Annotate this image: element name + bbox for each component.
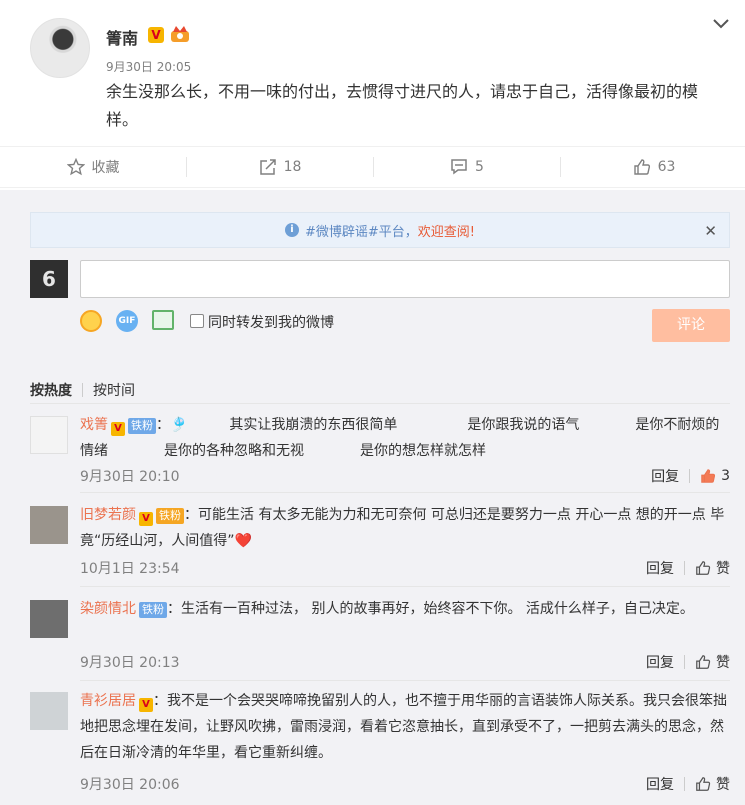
share-icon xyxy=(259,159,276,175)
post-time[interactable]: 9月30日 20:05 xyxy=(106,58,191,75)
comment-like-label[interactable]: 赞 xyxy=(716,652,730,672)
verified-badge-icon: V xyxy=(139,698,153,712)
like-count: 63 xyxy=(657,159,676,175)
reply-button[interactable]: 回复 xyxy=(651,466,679,486)
verified-badge-icon: V xyxy=(139,512,153,526)
comment-item: 戏箐 V 铁粉 ：🎐 其实让我崩溃的东西很简单 是你跟我说的语气 是你不耐烦的情绪 是… xyxy=(30,412,730,493)
comment-like-label[interactable]: 赞 xyxy=(716,558,730,578)
my-avatar: 6 xyxy=(30,260,68,298)
commenter-avatar[interactable] xyxy=(30,692,68,730)
reply-button[interactable]: 回复 xyxy=(646,652,674,672)
comment-count: 5 xyxy=(475,159,484,175)
comment-text: 青衫居居 V ：我不是一个会哭哭啼啼挽留别人的人，也不擅于用华丽的言语装饰人际关系。… xyxy=(80,688,730,766)
comment-input[interactable] xyxy=(80,260,730,298)
verified-badge-icon: V xyxy=(148,27,164,43)
sort-tabs: 按热度 按时间 xyxy=(30,380,135,400)
divider xyxy=(80,680,730,681)
thumbs-up-icon[interactable] xyxy=(695,560,711,576)
comment-content: ：生活有一百种过法， 别人的故事再好，始终容不下你。 活成什么样子，自己决定。 xyxy=(167,601,694,617)
author-avatar[interactable] xyxy=(30,18,90,78)
thumbs-up-icon xyxy=(633,159,650,175)
divider xyxy=(80,492,730,493)
like-button[interactable]: 63 xyxy=(561,147,745,187)
comment-item: 青衫居居 V ：我不是一个会哭哭啼啼挽留别人的人，也不擅于用华丽的言语装饰人际关系。… xyxy=(30,688,730,800)
comment-content: ：🎐 其实让我崩溃的东西很简单 是你跟我说的语气 是你不耐烦的情绪 是你的各种忽… xyxy=(80,417,720,459)
comment-time: 9月30日 20:13 xyxy=(80,655,180,671)
comment-actions: 回复 赞 xyxy=(646,558,730,578)
commenter-name[interactable]: 青衫居居 xyxy=(80,693,136,709)
submit-comment-button[interactable]: 评论 xyxy=(652,309,730,342)
post-text: 余生没那么长，不用一味的付出，去惯得寸进尺的人，请忠于自己，活得像最初的模样。 xyxy=(106,82,699,129)
comment-time: 9月30日 20:06 xyxy=(80,777,180,793)
thumbs-up-icon[interactable] xyxy=(695,776,711,792)
repost-checkbox-label[interactable]: 同时转发到我的微博 xyxy=(208,312,334,332)
comment-text: 旧梦若颜 V 铁粉 ：可能生活 有太多无能为力和无可奈何 可总归还是要努力一点 开心一… xyxy=(80,502,730,554)
reply-button[interactable]: 回复 xyxy=(646,558,674,578)
commenter-name[interactable]: 戏箐 xyxy=(80,417,108,433)
favorite-label: 收藏 xyxy=(91,160,120,176)
image-icon[interactable] xyxy=(152,310,174,330)
commenter-avatar[interactable] xyxy=(30,506,68,544)
fan-badge: 铁粉 xyxy=(128,418,156,434)
comment-content: ：我不是一个会哭哭啼啼挽留别人的人，也不擅于用华丽的言语装饰人际关系。我只会很笨… xyxy=(80,693,727,761)
comment-text: 染颜情北 铁粉 ：生活有一百种过法， 别人的故事再好，始终容不下你。 活成什么样子，… xyxy=(80,596,730,622)
tab-sort-hot[interactable]: 按热度 xyxy=(30,383,72,399)
notice-text[interactable]: #微博辟谣#平台， xyxy=(305,221,418,240)
commenter-avatar[interactable] xyxy=(30,416,68,454)
comments-section: i #微博辟谣#平台， 欢迎查阅! ✕ 6 GIF 同时转发到我的微博 评论 按… xyxy=(0,190,745,805)
emoji-icon[interactable] xyxy=(80,310,102,332)
post-actions: 收藏 18 5 63 xyxy=(0,146,745,188)
divider xyxy=(684,777,685,791)
thumbs-up-icon[interactable] xyxy=(700,468,716,484)
comment-actions: 回复 赞 xyxy=(646,652,730,672)
commenter-name[interactable]: 旧梦若颜 xyxy=(80,507,136,523)
repost-checkbox[interactable] xyxy=(190,314,204,328)
divider xyxy=(80,586,730,587)
divider xyxy=(684,561,685,575)
comment-text: 戏箐 V 铁粉 ：🎐 其实让我崩溃的东西很简单 是你跟我说的语气 是你不耐烦的情绪 是… xyxy=(80,412,730,464)
repost-button[interactable]: 18 xyxy=(187,147,373,187)
weibo-post: 箐南 V 9月30日 20:05 余生没那么长，不用一味的付出，去惯得寸进尺的人… xyxy=(0,0,745,146)
verified-badge-icon: V xyxy=(111,422,125,436)
comment-item: 旧梦若颜 V 铁粉 ：可能生活 有太多无能为力和无可奈何 可总归还是要努力一点 开心一… xyxy=(30,502,730,587)
star-icon xyxy=(66,158,85,176)
gif-icon[interactable]: GIF xyxy=(116,310,138,332)
comment-time: 10月1日 23:54 xyxy=(80,561,180,577)
chevron-down-icon[interactable] xyxy=(712,18,730,30)
rumor-notice-banner: i #微博辟谣#平台， 欢迎查阅! ✕ xyxy=(30,212,730,248)
comment-like-count[interactable]: 3 xyxy=(721,468,730,484)
tab-sort-time[interactable]: 按时间 xyxy=(93,383,135,399)
reply-button[interactable]: 回复 xyxy=(646,774,674,794)
comment-icon xyxy=(451,159,467,175)
divider xyxy=(684,655,685,669)
favorite-button[interactable]: 收藏 xyxy=(0,147,186,187)
divider xyxy=(30,403,730,404)
commenter-avatar[interactable] xyxy=(30,600,68,638)
comment-actions: 回复 赞 xyxy=(646,774,730,794)
comment-button[interactable]: 5 xyxy=(374,147,560,187)
notice-link[interactable]: 欢迎查阅! xyxy=(418,221,475,240)
comment-like-label[interactable]: 赞 xyxy=(716,774,730,794)
comment-time: 9月30日 20:10 xyxy=(80,469,180,485)
author-name[interactable]: 箐南 xyxy=(106,25,138,49)
crown-icon xyxy=(171,26,189,42)
divider xyxy=(689,469,691,483)
commenter-name[interactable]: 染颜情北 xyxy=(80,601,136,617)
divider xyxy=(82,383,83,397)
fan-badge: 铁粉 xyxy=(139,602,167,618)
info-icon: i xyxy=(284,223,299,237)
thumbs-up-icon[interactable] xyxy=(695,654,711,670)
comment-actions: 回复 3 xyxy=(651,466,730,486)
comment-item: 染颜情北 铁粉 ：生活有一百种过法， 别人的故事再好，始终容不下你。 活成什么样子，… xyxy=(30,596,730,681)
repost-count: 18 xyxy=(283,159,302,175)
fan-badge: 铁粉 xyxy=(156,508,184,524)
close-icon[interactable]: ✕ xyxy=(704,222,717,240)
